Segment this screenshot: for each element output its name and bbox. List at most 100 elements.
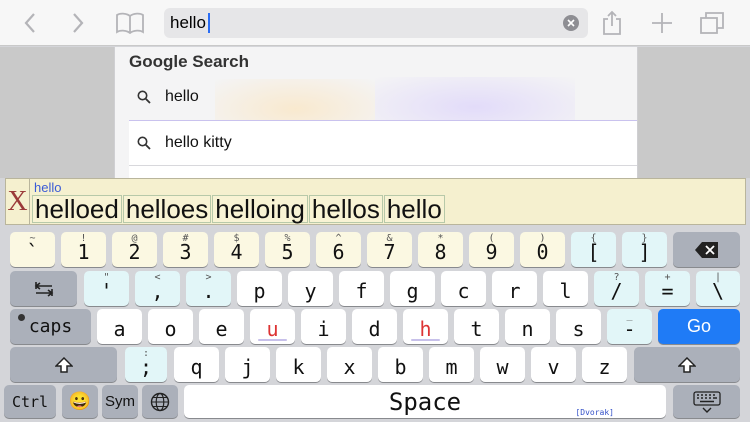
key-8[interactable]: * 8 bbox=[418, 232, 463, 267]
candidate-bar: X hello helloed helloes helloing hellos … bbox=[5, 178, 746, 225]
key-w[interactable]: w bbox=[480, 347, 525, 382]
key-g[interactable]: g bbox=[390, 271, 435, 306]
key-label: c bbox=[457, 279, 470, 303]
key-s[interactable]: s bbox=[556, 309, 601, 344]
hide-keyboard-key[interactable] bbox=[673, 385, 740, 418]
suggestion-item[interactable]: hello kitty bbox=[129, 120, 637, 165]
key-4[interactable]: $4 bbox=[214, 232, 259, 267]
backspace-icon bbox=[694, 241, 718, 258]
key-x[interactable]: x bbox=[327, 347, 372, 382]
key-6[interactable]: ^ 6 bbox=[316, 232, 361, 267]
key-u[interactable]: u bbox=[250, 309, 295, 344]
key-v[interactable]: v bbox=[531, 347, 576, 382]
bookmarks-button[interactable] bbox=[114, 8, 146, 38]
emoji-key[interactable]: 😀 bbox=[62, 385, 98, 418]
key-9[interactable]: (9 bbox=[469, 232, 514, 267]
key-label: g bbox=[406, 279, 419, 303]
sym-key[interactable]: Sym bbox=[102, 385, 138, 418]
key-1[interactable]: ! 1 bbox=[61, 232, 106, 267]
key-semicolon[interactable]: :; bbox=[125, 347, 167, 382]
go-button[interactable]: Go bbox=[658, 309, 740, 344]
shift-key-right[interactable] bbox=[634, 347, 740, 382]
key-p[interactable]: p bbox=[237, 271, 282, 306]
key-z[interactable]: z bbox=[582, 347, 627, 382]
key-label: q bbox=[190, 355, 203, 379]
key-label: / bbox=[610, 279, 623, 303]
key-label: ; bbox=[139, 355, 153, 379]
ctrl-key[interactable]: Ctrl bbox=[4, 385, 56, 418]
key-y[interactable]: y bbox=[288, 271, 333, 306]
new-tab-button[interactable] bbox=[646, 8, 678, 38]
suggestion-item[interactable]: hello bbox=[115, 75, 637, 120]
candidate-word[interactable]: helloing bbox=[212, 195, 308, 223]
back-button[interactable] bbox=[14, 8, 46, 38]
share-icon bbox=[603, 10, 621, 35]
url-input[interactable] bbox=[170, 11, 550, 35]
key-r[interactable]: r bbox=[492, 271, 537, 306]
key-t[interactable]: t bbox=[454, 309, 499, 344]
suggestion-item[interactable] bbox=[129, 165, 637, 178]
key-0[interactable]: ) 0 bbox=[520, 232, 565, 267]
candidate-word[interactable]: hello bbox=[383, 195, 445, 223]
key-a[interactable]: a bbox=[97, 309, 142, 344]
key-b[interactable]: b bbox=[378, 347, 423, 382]
share-button[interactable] bbox=[596, 8, 628, 38]
key-backtick[interactable]: ~ ` bbox=[10, 232, 55, 267]
key-d[interactable]: d bbox=[352, 309, 397, 344]
backspace-key[interactable] bbox=[673, 232, 740, 267]
key-q[interactable]: q bbox=[174, 347, 219, 382]
key-label: 8 bbox=[434, 240, 447, 264]
key-label: 9 bbox=[485, 240, 498, 264]
key-label: 2 bbox=[128, 240, 141, 264]
key-n[interactable]: n bbox=[505, 309, 550, 344]
candidate-word[interactable]: hellos bbox=[308, 195, 383, 223]
key-e[interactable]: e bbox=[199, 309, 244, 344]
space-bar[interactable]: Space [Dvorak] bbox=[184, 385, 666, 418]
chevron-right-icon bbox=[73, 13, 84, 33]
key-m[interactable]: m bbox=[429, 347, 474, 382]
forward-button[interactable] bbox=[62, 8, 94, 38]
key-o[interactable]: o bbox=[148, 309, 193, 344]
shift-key-left[interactable] bbox=[10, 347, 117, 382]
candidate-word[interactable]: helloed bbox=[32, 195, 122, 223]
key-c[interactable]: c bbox=[441, 271, 486, 306]
key-h[interactable]: h bbox=[403, 309, 448, 344]
key-period[interactable]: >. bbox=[186, 271, 231, 306]
key-2[interactable]: @2 bbox=[112, 232, 157, 267]
key-label: ' bbox=[100, 279, 113, 303]
key-left-bracket[interactable]: {[ bbox=[571, 232, 616, 267]
key-comma[interactable]: <, bbox=[135, 271, 180, 306]
key-j[interactable]: j bbox=[225, 347, 270, 382]
text-caret bbox=[208, 13, 210, 33]
key-label: p bbox=[253, 279, 266, 303]
shift-label bbox=[10, 347, 117, 382]
key-label: l bbox=[559, 279, 572, 303]
caps-key[interactable]: caps bbox=[10, 309, 91, 344]
key-backslash[interactable]: | \ bbox=[696, 271, 740, 306]
key-minus[interactable]: _ - bbox=[607, 309, 652, 344]
globe-key[interactable] bbox=[142, 385, 178, 418]
key-5[interactable]: % 5 bbox=[265, 232, 310, 267]
key-right-bracket[interactable]: }] bbox=[622, 232, 667, 267]
candidate-word[interactable]: helloes bbox=[122, 195, 212, 223]
key-i[interactable]: i bbox=[301, 309, 346, 344]
key-label: 6 bbox=[332, 240, 345, 264]
key-l[interactable]: l bbox=[543, 271, 588, 306]
key-slash[interactable]: ? / bbox=[594, 271, 639, 306]
backspace-label bbox=[673, 232, 740, 267]
key-7[interactable]: & 7 bbox=[367, 232, 412, 267]
key-label: ` bbox=[26, 240, 39, 264]
clear-text-button[interactable] bbox=[563, 15, 579, 31]
candidate-close-button[interactable]: X bbox=[6, 179, 30, 224]
key-f[interactable]: f bbox=[339, 271, 384, 306]
tab-key[interactable] bbox=[10, 271, 77, 306]
key-equals[interactable]: + = bbox=[645, 271, 690, 306]
keyboard: ~ ` ! 1 @2 #3 $4 % 5 ^ 6 & 7 * 8 (9 ) 0 {[ }] "… bbox=[0, 226, 750, 422]
suggestion-text: hello bbox=[165, 88, 199, 105]
key-k[interactable]: k bbox=[276, 347, 321, 382]
key-3[interactable]: #3 bbox=[163, 232, 208, 267]
key-quote[interactable]: " ' bbox=[84, 271, 129, 306]
address-bar[interactable] bbox=[164, 8, 588, 38]
home-key-marker bbox=[258, 339, 287, 341]
tabs-button[interactable] bbox=[696, 8, 728, 38]
